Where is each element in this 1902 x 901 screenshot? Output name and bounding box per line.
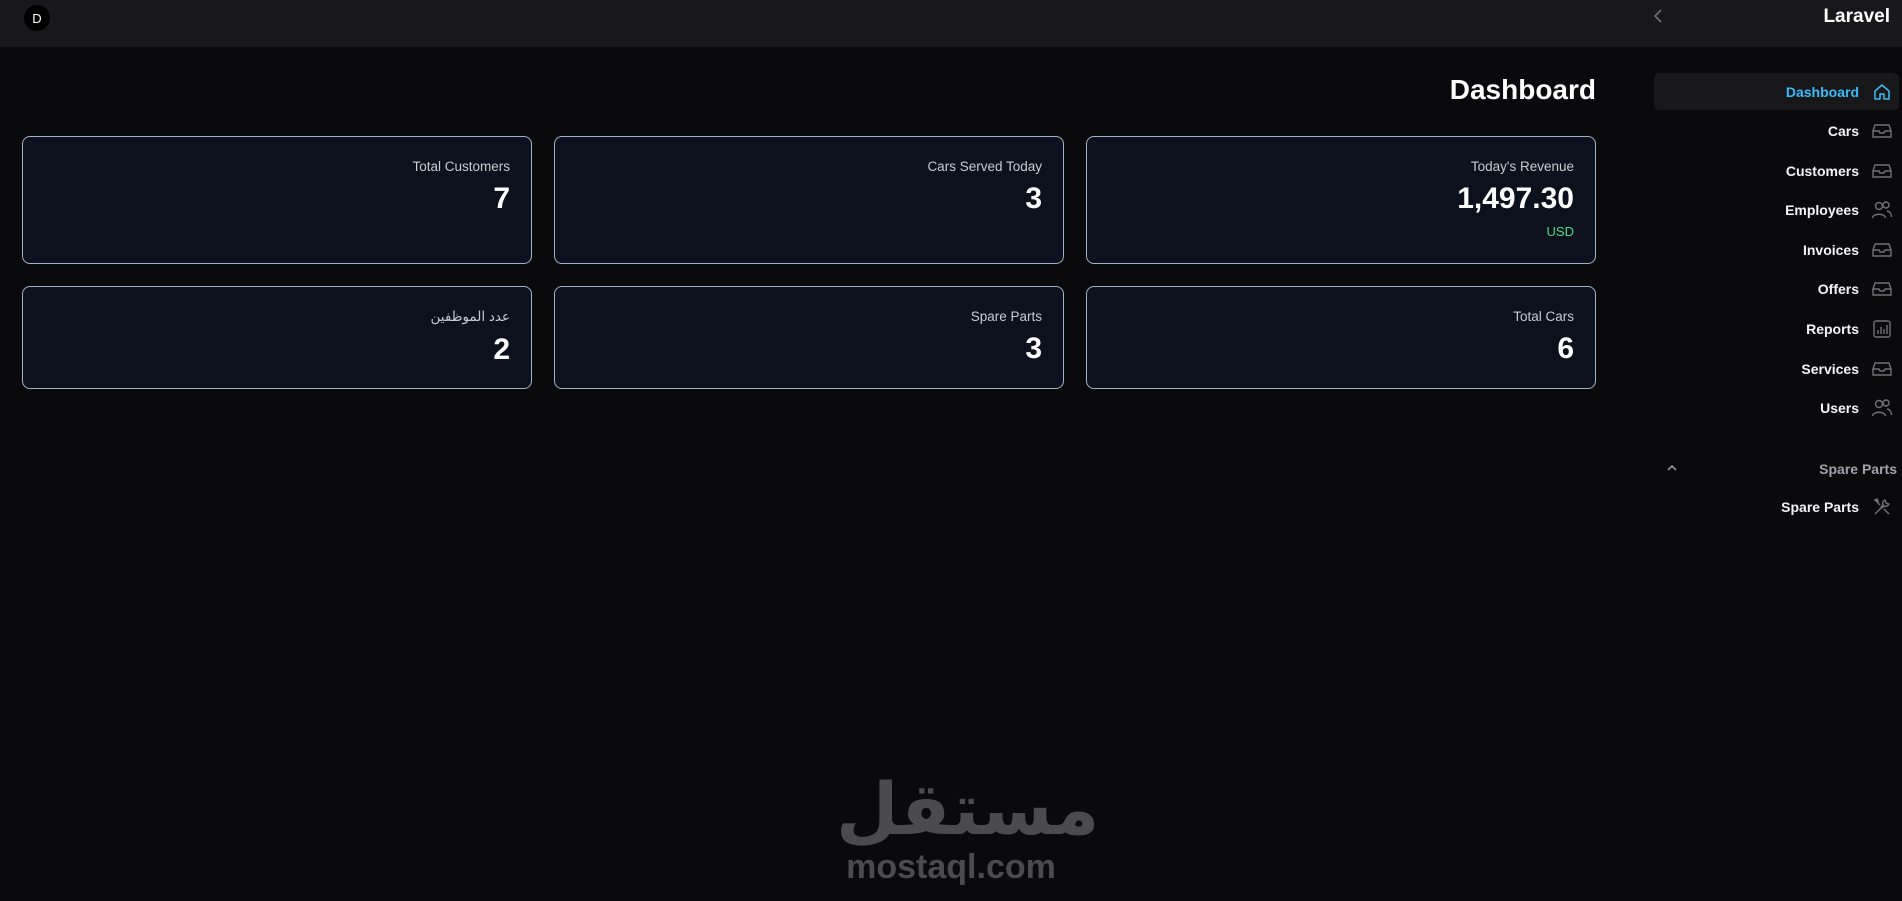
page-title: Dashboard <box>1449 74 1596 105</box>
bar-chart-icon <box>1871 318 1893 340</box>
stat-value: 3 <box>1025 182 1042 215</box>
inbox-icon <box>1871 239 1893 261</box>
stat-label: Cars Served Today <box>927 159 1042 174</box>
sidebar-item-employees[interactable]: Employees <box>1654 192 1899 229</box>
sidebar-item-spare-parts[interactable]: Spare Parts <box>1654 489 1899 526</box>
inbox-icon <box>1871 120 1893 142</box>
wrench-screwdriver-icon <box>1871 496 1893 518</box>
stat-value: 6 <box>1557 332 1574 365</box>
sidebar-item-offers[interactable]: Offers <box>1654 271 1899 308</box>
stat-value: 3 <box>1025 332 1042 365</box>
sidebar-item-dashboard[interactable]: Dashboard <box>1654 73 1899 110</box>
sidebar-item-label: Services <box>1801 360 1859 377</box>
sidebar-item-label: Users <box>1820 400 1859 417</box>
sidebar-item-reports[interactable]: Reports <box>1654 311 1899 348</box>
inbox-icon <box>1871 160 1893 182</box>
sidebar-item-users[interactable]: Users <box>1654 390 1899 427</box>
sidebar-item-invoices[interactable]: Invoices <box>1654 231 1899 268</box>
brand-name[interactable]: Laravel <box>1823 6 1890 28</box>
stat-label: Total Cars <box>1513 309 1574 324</box>
sidebar-item-label: Cars <box>1827 123 1859 140</box>
sidebar-item-label: Employees <box>1785 202 1859 219</box>
stat-label: Spare Parts <box>970 309 1042 324</box>
watermark-arabic: مستقل <box>836 770 1100 850</box>
stat-card-spare-parts: Spare Parts 3 <box>554 286 1064 389</box>
sidebar-item-cars[interactable]: Cars <box>1654 113 1899 150</box>
chevron-up-icon[interactable] <box>1666 460 1678 478</box>
stat-card-employees-count: عدد الموظفين 2 <box>22 286 532 389</box>
sidebar-item-label: Reports <box>1806 321 1859 338</box>
currency-unit: USD <box>1546 224 1574 239</box>
watermark-latin: mostaql.com <box>846 848 1056 886</box>
sidebar-group-label: Spare Parts <box>1819 460 1897 477</box>
stat-card-cars-served-today: Cars Served Today 3 <box>554 136 1064 264</box>
stat-value: 7 <box>493 182 510 215</box>
home-icon <box>1871 81 1893 103</box>
sidebar-item-customers[interactable]: Customers <box>1654 152 1899 189</box>
sidebar-item-label: Customers <box>1785 162 1859 179</box>
top-bar: D Laravel <box>0 0 1902 47</box>
stat-label: Total Customers <box>412 159 510 174</box>
stat-value: 2 <box>493 333 510 366</box>
chevron-left-icon <box>1653 9 1662 23</box>
stat-card-total-cars: Total Cars 6 <box>1086 286 1596 389</box>
sidebar-item-services[interactable]: Services <box>1654 350 1899 387</box>
sidebar-item-label: Invoices <box>1802 241 1859 258</box>
mostaql-watermark: مستقل mostaql.com <box>836 770 1100 887</box>
stats-grid: Total Customers 7 Cars Served Today 3 To… <box>22 136 1596 389</box>
stat-card-total-customers: Total Customers 7 <box>22 136 532 264</box>
user-avatar[interactable]: D <box>24 5 50 31</box>
stat-label: عدد الموظفين <box>430 309 510 324</box>
sidebar-nav: Dashboard Cars Customers Employees Invoi… <box>1654 73 1899 528</box>
users-icon <box>1871 199 1893 221</box>
sidebar-item-label: Offers <box>1817 281 1859 298</box>
sidebar-item-label: Spare Parts <box>1781 499 1859 516</box>
stat-value: 1,497.30 <box>1457 182 1574 215</box>
stat-label: Today's Revenue <box>1470 159 1574 174</box>
inbox-icon <box>1871 278 1893 300</box>
collapse-sidebar-button[interactable] <box>1648 6 1668 26</box>
inbox-icon <box>1871 358 1893 380</box>
users-icon <box>1871 397 1893 419</box>
sidebar-item-label: Dashboard <box>1785 83 1859 100</box>
sidebar-group-spare-parts[interactable]: Spare Parts <box>1654 449 1899 489</box>
stat-card-todays-revenue: Today's Revenue 1,497.30 USD <box>1086 136 1596 264</box>
